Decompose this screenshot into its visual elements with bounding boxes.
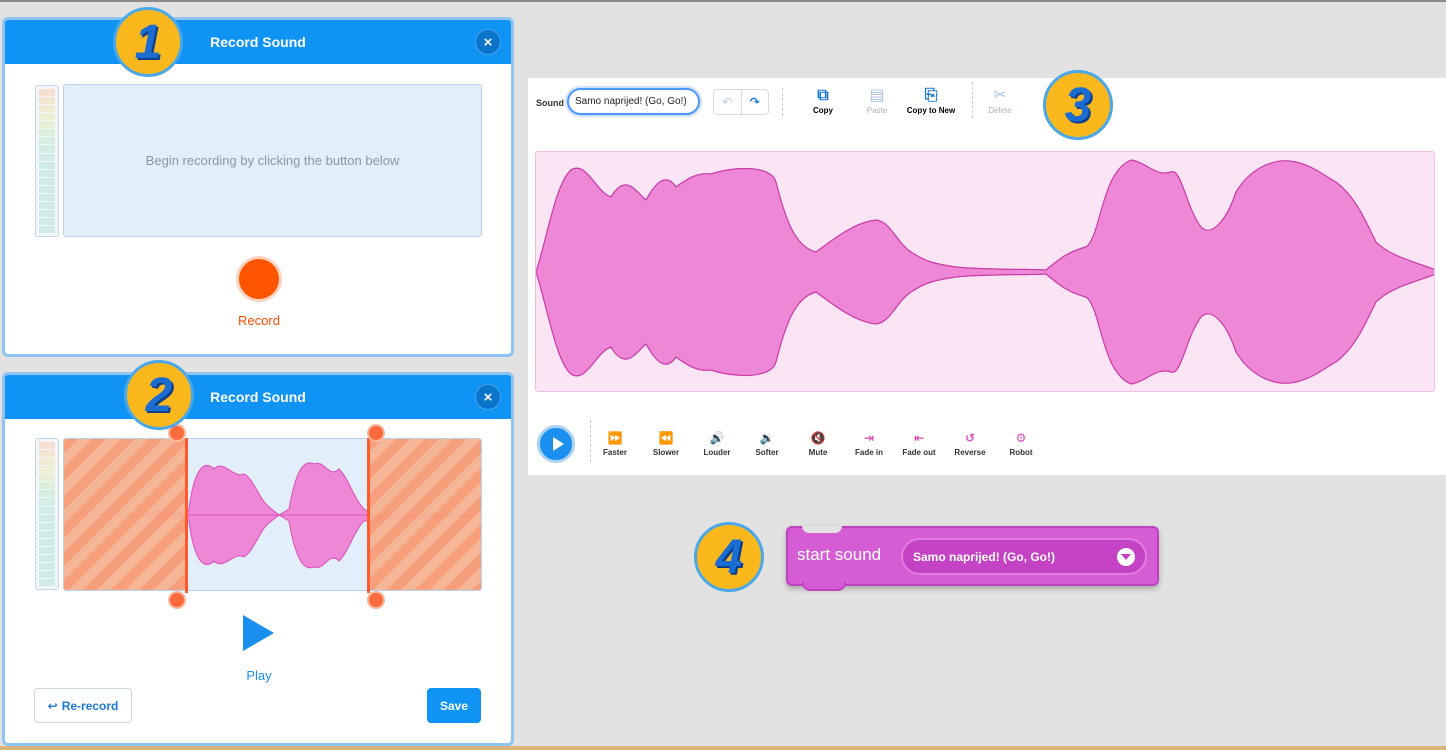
trimmed-right-region bbox=[368, 439, 481, 590]
dialog-title: Record Sound bbox=[210, 389, 306, 405]
undo-icon[interactable]: ↶ bbox=[714, 90, 742, 114]
copy-to-new-button[interactable]: ⎘ Copy to New bbox=[903, 86, 959, 115]
record-sound-dialog-recorded: Record Sound × Play ↩ Re-record Save bbox=[2, 372, 514, 746]
louder-icon: 🔊 bbox=[709, 431, 725, 445]
play-label[interactable]: Play bbox=[205, 668, 313, 683]
softer-icon: 🔉 bbox=[759, 431, 775, 445]
reverse-icon: ↺ bbox=[964, 431, 976, 445]
effect-label: Robot bbox=[1009, 448, 1033, 457]
slower-icon: ⏪ bbox=[658, 431, 674, 445]
trim-start-handle[interactable] bbox=[185, 438, 188, 593]
trim-end-knob-bottom[interactable] bbox=[367, 591, 385, 609]
mute-icon: 🔇 bbox=[810, 431, 826, 445]
effect-fade-in[interactable]: ⇥ Fade in bbox=[844, 430, 894, 457]
start-sound-block[interactable]: start sound Samo naprijed! (Go, Go!) bbox=[786, 526, 1159, 591]
rerecord-label: Re-record bbox=[61, 698, 119, 713]
record-label[interactable]: Record bbox=[205, 313, 313, 328]
effect-softer[interactable]: 🔉 Softer bbox=[742, 430, 792, 457]
play-button[interactable] bbox=[243, 615, 274, 651]
sound-name-input[interactable]: Samo naprijed! (Go, Go!) bbox=[567, 88, 700, 115]
effect-label: Fade in bbox=[854, 448, 883, 457]
step-badge-4: 4 bbox=[694, 522, 764, 592]
step-badge-2: 2 bbox=[124, 360, 194, 430]
recording-hint: Begin recording by clicking the button b… bbox=[145, 153, 400, 168]
delete-button[interactable]: ✂ Delete bbox=[972, 86, 1028, 115]
effect-reverse[interactable]: ↺ Reverse bbox=[945, 430, 995, 457]
redo-icon[interactable]: ↷ bbox=[742, 90, 769, 114]
step-badge-3: 3 bbox=[1043, 70, 1113, 140]
paste-button[interactable]: ▤ Paste bbox=[849, 86, 905, 115]
play-sound-button[interactable] bbox=[537, 425, 575, 463]
effect-label: Faster bbox=[602, 448, 627, 457]
close-button[interactable]: × bbox=[475, 29, 501, 55]
effect-label: Mute bbox=[808, 448, 828, 457]
effect-mute[interactable]: 🔇 Mute bbox=[793, 430, 843, 457]
chevron-down-icon bbox=[1117, 548, 1135, 566]
sound-waveform[interactable] bbox=[535, 151, 1435, 392]
effect-label: Softer bbox=[755, 448, 779, 457]
sound-editor: Sound Samo naprijed! (Go, Go!) ↶ ↷ ⧉ Cop… bbox=[528, 78, 1446, 475]
fade-out-icon: ⇤ bbox=[913, 431, 925, 445]
trim-end-knob-top[interactable] bbox=[367, 424, 385, 442]
bottom-border bbox=[0, 746, 1446, 750]
trim-waveform bbox=[63, 438, 482, 591]
effect-label: Slower bbox=[652, 448, 680, 457]
effect-robot[interactable]: ⚙ Robot bbox=[996, 430, 1046, 457]
effect-fade-out[interactable]: ⇤ Fade out bbox=[894, 430, 944, 457]
copy-icon: ⧉ bbox=[817, 87, 829, 104]
rerecord-button[interactable]: ↩ Re-record bbox=[34, 688, 132, 723]
step-badge-1: 1 bbox=[113, 7, 183, 77]
dialog-header: Record Sound × bbox=[5, 375, 511, 419]
trim-start-knob-bottom[interactable] bbox=[168, 591, 186, 609]
block-label: start sound bbox=[797, 545, 882, 564]
divider bbox=[782, 88, 783, 116]
close-button[interactable]: × bbox=[475, 384, 501, 410]
record-button[interactable] bbox=[236, 256, 282, 302]
fade-in-icon: ⇥ bbox=[863, 431, 875, 445]
robot-icon: ⚙ bbox=[1015, 431, 1027, 445]
trimmed-left-region bbox=[64, 439, 186, 590]
paste-icon: ▤ bbox=[869, 87, 885, 104]
undo-arrow-icon: ↩ bbox=[47, 698, 58, 713]
tool-label: Delete bbox=[988, 106, 1012, 115]
copy-to-new-icon: ⎘ bbox=[924, 87, 938, 104]
waveform-shape bbox=[536, 159, 1434, 385]
tool-label: Paste bbox=[866, 106, 888, 115]
copy-button[interactable]: ⧉ Copy bbox=[795, 86, 851, 115]
trim-end-handle[interactable] bbox=[367, 438, 370, 593]
faster-icon: ⏩ bbox=[607, 431, 623, 445]
sound-name-label: Sound bbox=[536, 98, 564, 108]
top-border bbox=[0, 0, 1446, 2]
effect-faster[interactable]: ⏩ Faster bbox=[590, 430, 640, 457]
effect-label: Reverse bbox=[954, 448, 986, 457]
scissors-icon: ✂ bbox=[993, 87, 1007, 104]
effect-label: Louder bbox=[703, 448, 731, 457]
level-meter bbox=[35, 85, 59, 237]
tool-label: Copy to New bbox=[906, 106, 956, 115]
effect-label: Fade out bbox=[902, 448, 936, 457]
effect-louder[interactable]: 🔊 Louder bbox=[692, 430, 742, 457]
record-sound-dialog-empty: Record Sound × Begin recording by clicki… bbox=[2, 17, 514, 357]
tool-label: Copy bbox=[813, 106, 833, 115]
save-button[interactable]: Save bbox=[427, 688, 481, 723]
dialog-header: Record Sound × bbox=[5, 20, 511, 64]
effect-slower[interactable]: ⏪ Slower bbox=[641, 430, 691, 457]
sound-dropdown[interactable]: Samo naprijed! (Go, Go!) bbox=[901, 538, 1147, 575]
undo-redo-group: ↶ ↷ bbox=[713, 89, 769, 115]
recording-area: Begin recording by clicking the button b… bbox=[63, 84, 482, 237]
dropdown-value: Samo naprijed! (Go, Go!) bbox=[913, 549, 1056, 564]
level-meter bbox=[35, 438, 59, 590]
dialog-title: Record Sound bbox=[210, 34, 306, 50]
